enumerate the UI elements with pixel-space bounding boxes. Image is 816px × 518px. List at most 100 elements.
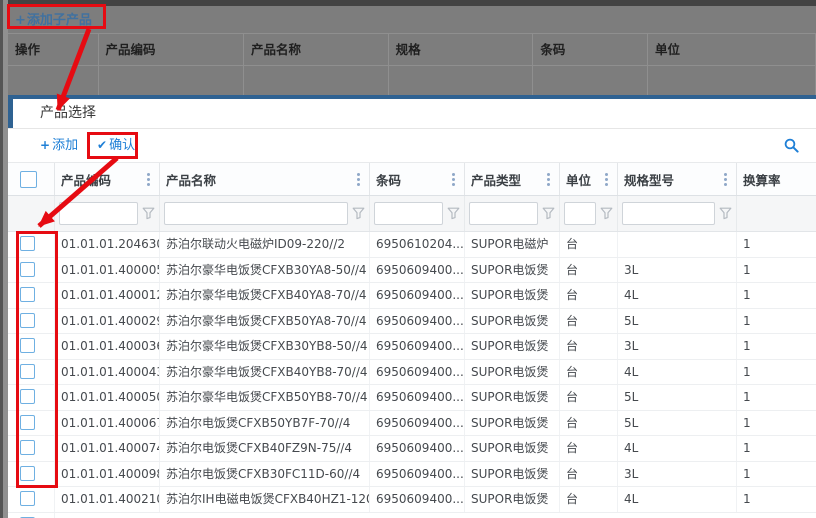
cell-name: 苏泊尔豪华电饭煲CFXB50YA8-70//4 bbox=[160, 309, 370, 334]
row-checkbox[interactable] bbox=[20, 313, 35, 328]
filter-cell-rate bbox=[737, 196, 816, 231]
table-row[interactable]: 01.01.01.400005苏泊尔豪华电饭煲CFXB30YA8-50//469… bbox=[8, 258, 816, 284]
cell-barcode: 6950609400... bbox=[370, 436, 465, 461]
table-row[interactable]: 01.01.01.400043苏泊尔豪华电饭煲CFXB40YB8-70//469… bbox=[8, 360, 816, 386]
row-checkbox[interactable] bbox=[20, 287, 35, 302]
cell-barcode: 6950609400... bbox=[370, 487, 465, 512]
table-row[interactable] bbox=[8, 513, 816, 518]
row-checkbox[interactable] bbox=[20, 415, 35, 430]
background-table-header: 操作产品编码产品名称规格条码单位 bbox=[8, 33, 816, 65]
filter-funnel-icon[interactable] bbox=[447, 207, 460, 220]
filter-cell-code bbox=[55, 196, 160, 231]
column-header-label: 换算率 bbox=[743, 170, 781, 189]
cell-unit: 台 bbox=[560, 334, 618, 359]
table-row[interactable]: 01.01.01.400067苏泊尔电饭煲CFXB50YB7F-70//4695… bbox=[8, 411, 816, 437]
cell-spec: 5L bbox=[618, 411, 737, 436]
dialog-top-border bbox=[8, 95, 816, 99]
table-row[interactable]: 01.01.01.400098苏泊尔电饭煲CFXB30FC11D-60//469… bbox=[8, 462, 816, 488]
cell-code: 01.01.01.400043 bbox=[55, 360, 160, 385]
column-menu-icon[interactable] bbox=[452, 173, 455, 186]
cell-unit: 台 bbox=[560, 411, 618, 436]
cell-spec: 5L bbox=[618, 385, 737, 410]
cell-spec bbox=[618, 232, 737, 257]
cell-code: 01.01.01.400036 bbox=[55, 334, 160, 359]
column-menu-icon[interactable] bbox=[547, 173, 550, 186]
table-row[interactable]: 01.01.01.400210苏泊尔IH电磁电饭煲CFXB40HZ1-120//… bbox=[8, 487, 816, 513]
row-checkbox[interactable] bbox=[20, 262, 35, 277]
cell-code: 01.01.01.204630 bbox=[55, 232, 160, 257]
filter-funnel-icon[interactable] bbox=[600, 207, 613, 220]
cell-type: SUPOR电饭煲 bbox=[465, 385, 560, 410]
cell-spec: 3L bbox=[618, 258, 737, 283]
bg-empty-cell bbox=[99, 66, 245, 95]
table-row[interactable]: 01.01.01.204630苏泊尔联动火电磁炉ID09-220//269506… bbox=[8, 232, 816, 258]
cell-spec: 4L bbox=[618, 360, 737, 385]
cell-barcode: 6950609400... bbox=[370, 385, 465, 410]
column-header-name[interactable]: 产品名称 bbox=[160, 163, 370, 195]
cell-type: SUPOR电饭煲 bbox=[465, 436, 560, 461]
row-checkbox[interactable] bbox=[20, 364, 35, 379]
bg-empty-cell bbox=[389, 66, 534, 95]
column-header-label: 产品编码 bbox=[61, 170, 111, 189]
row-checkbox[interactable] bbox=[20, 389, 35, 404]
filter-funnel-icon[interactable] bbox=[542, 207, 555, 220]
product-grid: 产品编码产品名称条码产品类型单位规格型号换算率 01.01.01.204630苏… bbox=[8, 162, 816, 518]
filter-input-name[interactable] bbox=[164, 202, 348, 225]
cell-unit: 台 bbox=[560, 436, 618, 461]
cell-spec: 3L bbox=[618, 334, 737, 359]
filter-funnel-icon[interactable] bbox=[719, 207, 732, 220]
add-subproduct-button[interactable]: +添加子产品 bbox=[15, 9, 92, 28]
filter-input-type[interactable] bbox=[469, 202, 538, 225]
filter-input-barcode[interactable] bbox=[374, 202, 443, 225]
filter-input-spec[interactable] bbox=[622, 202, 715, 225]
cell-spec: 4L bbox=[618, 436, 737, 461]
cell-type: SUPOR电饭煲 bbox=[465, 411, 560, 436]
cell-rate: 1 bbox=[737, 411, 816, 436]
confirm-button[interactable]: ✔确认 bbox=[97, 129, 135, 162]
column-header-spec[interactable]: 规格型号 bbox=[618, 163, 737, 195]
row-checkbox[interactable] bbox=[20, 440, 35, 455]
table-row[interactable]: 01.01.01.400050苏泊尔豪华电饭煲CFXB50YB8-70//469… bbox=[8, 385, 816, 411]
cell-unit: 台 bbox=[560, 258, 618, 283]
cell-code: 01.01.01.400074 bbox=[55, 436, 160, 461]
column-header-label: 单位 bbox=[566, 170, 591, 189]
cell-rate: 1 bbox=[737, 436, 816, 461]
column-header-rate[interactable]: 换算率 bbox=[737, 163, 816, 195]
table-row[interactable]: 01.01.01.400029苏泊尔豪华电饭煲CFXB50YA8-70//469… bbox=[8, 309, 816, 335]
row-checkbox[interactable] bbox=[20, 491, 35, 506]
column-header-code[interactable]: 产品编码 bbox=[55, 163, 160, 195]
cell-rate: 1 bbox=[737, 232, 816, 257]
column-menu-icon[interactable] bbox=[605, 173, 608, 186]
column-header-label: 条码 bbox=[376, 170, 401, 189]
column-header-type[interactable]: 产品类型 bbox=[465, 163, 560, 195]
filter-input-unit[interactable] bbox=[564, 202, 596, 225]
row-checkbox[interactable] bbox=[20, 338, 35, 353]
table-row[interactable]: 01.01.01.400012苏泊尔豪华电饭煲CFXB40YA8-70//469… bbox=[8, 283, 816, 309]
column-menu-icon[interactable] bbox=[147, 173, 150, 186]
select-all-checkbox[interactable] bbox=[20, 171, 37, 188]
cell-type: SUPOR电饭煲 bbox=[465, 462, 560, 487]
filter-funnel-icon[interactable] bbox=[142, 207, 155, 220]
add-button[interactable]: +添加 bbox=[40, 129, 78, 162]
cell-type: SUPOR电饭煲 bbox=[465, 309, 560, 334]
column-header-barcode[interactable]: 条码 bbox=[370, 163, 465, 195]
column-header-unit[interactable]: 单位 bbox=[560, 163, 618, 195]
background-table-empty-row bbox=[8, 65, 816, 96]
row-checkbox[interactable] bbox=[20, 466, 35, 481]
cell-rate: 1 bbox=[737, 360, 816, 385]
column-menu-icon[interactable] bbox=[357, 173, 360, 186]
cell-rate: 1 bbox=[737, 462, 816, 487]
search-icon[interactable] bbox=[784, 138, 799, 153]
column-menu-icon[interactable] bbox=[724, 173, 727, 186]
cell-code: 01.01.01.400050 bbox=[55, 385, 160, 410]
row-checkbox[interactable] bbox=[20, 236, 35, 251]
table-row[interactable]: 01.01.01.400074苏泊尔电饭煲CFXB40FZ9N-75//4695… bbox=[8, 436, 816, 462]
row-checkbox-cell bbox=[8, 232, 55, 257]
add-subproduct-label: 添加子产品 bbox=[27, 13, 92, 28]
cell-type: SUPOR电饭煲 bbox=[465, 258, 560, 283]
table-row[interactable]: 01.01.01.400036苏泊尔豪华电饭煲CFXB30YB8-50//469… bbox=[8, 334, 816, 360]
cell-spec: 4L bbox=[618, 487, 737, 512]
cell-barcode: 6950609400... bbox=[370, 462, 465, 487]
filter-input-code[interactable] bbox=[59, 202, 138, 225]
filter-funnel-icon[interactable] bbox=[352, 207, 365, 220]
